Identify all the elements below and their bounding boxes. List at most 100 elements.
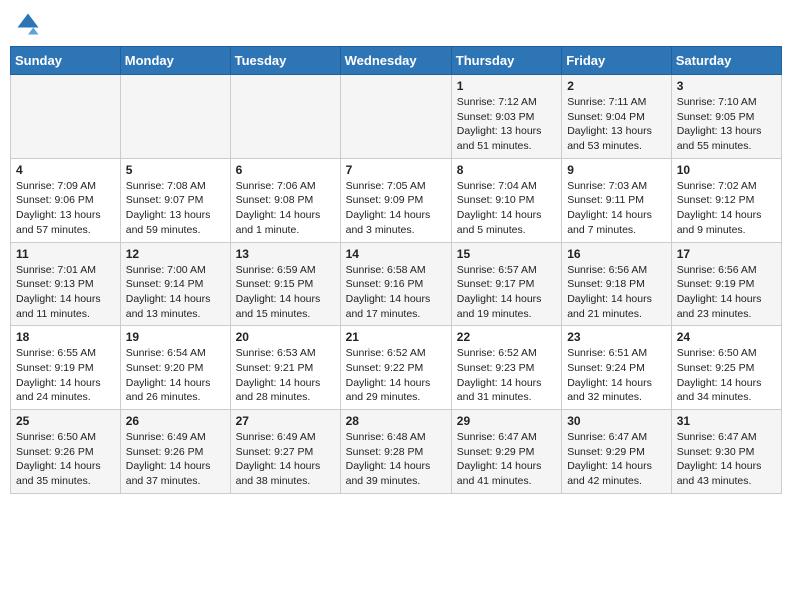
day-number: 3: [677, 79, 776, 93]
calendar-cell: 2Sunrise: 7:11 AM Sunset: 9:04 PM Daylig…: [562, 75, 672, 159]
day-info: Sunrise: 6:47 AM Sunset: 9:29 PM Dayligh…: [567, 430, 666, 489]
calendar-cell: 10 Sunrise: 7:02 AM Sunset: 9:12 PM Dayli…: [671, 158, 781, 242]
calendar-cell: 5 Sunrise: 7:08 AM Sunset: 9:07 PM Daylig…: [120, 158, 230, 242]
day-info: Sunrise: 6:49 AM Sunset: 9:27 PM Dayligh…: [236, 430, 335, 489]
day-info: Sunrise: 6:49 AM Sunset: 9:26 PM Dayligh…: [126, 430, 225, 489]
day-number: 21: [346, 330, 446, 344]
day-number: 7: [346, 163, 446, 177]
column-header-friday: Friday: [562, 47, 672, 75]
calendar-week-row: 11 Sunrise: 7:01 AM Sunset: 9:13 PM Dayli…: [11, 242, 782, 326]
day-info: Sunrise: 6:56 AM Sunset: 9:18 PM Dayligh…: [567, 263, 666, 322]
day-number: 28: [346, 414, 446, 428]
day-number: 23: [567, 330, 666, 344]
calendar-cell: 24 Sunrise: 6:50 AM Sunset: 9:25 PM Dayli…: [671, 326, 781, 410]
day-number: 29: [457, 414, 556, 428]
day-info: Sunrise: 7:03 AM Sunset: 9:11 PM Dayligh…: [567, 179, 666, 238]
logo-icon: [14, 10, 42, 38]
calendar-cell: 16 Sunrise: 6:56 AM Sunset: 9:18 PM Dayli…: [562, 242, 672, 326]
calendar-cell: 22 Sunrise: 6:52 AM Sunset: 9:23 PM Dayli…: [451, 326, 561, 410]
calendar-cell: 15 Sunrise: 6:57 AM Sunset: 9:17 PM Dayli…: [451, 242, 561, 326]
day-number: 6: [236, 163, 335, 177]
calendar-cell: 1 Sunrise: 7:12 AM Sunset: 9:03 PM Daylig…: [451, 75, 561, 159]
day-info: Sunrise: 6:48 AM Sunset: 9:28 PM Dayligh…: [346, 430, 446, 489]
day-number: 20: [236, 330, 335, 344]
day-number: 25: [16, 414, 115, 428]
calendar-cell: 14 Sunrise: 6:58 AM Sunset: 9:16 PM Dayli…: [340, 242, 451, 326]
day-number: 26: [126, 414, 225, 428]
day-info: Sunrise: 7:01 AM Sunset: 9:13 PM Dayligh…: [16, 263, 115, 322]
day-info: Sunrise: 7:02 AM Sunset: 9:12 PM Dayligh…: [677, 179, 776, 238]
day-number: 18: [16, 330, 115, 344]
calendar-header-row: SundayMondayTuesdayWednesdayThursdayFrid…: [11, 47, 782, 75]
day-info: Sunrise: 6:50 AM Sunset: 9:25 PM Dayligh…: [677, 346, 776, 405]
calendar-cell: 19 Sunrise: 6:54 AM Sunset: 9:20 PM Dayli…: [120, 326, 230, 410]
day-number: 30: [567, 414, 666, 428]
day-number: 24: [677, 330, 776, 344]
calendar-cell: [340, 75, 451, 159]
day-info: Sunrise: 7:10 AM Sunset: 9:05 PM Dayligh…: [677, 95, 776, 154]
day-info: Sunrise: 6:56 AM Sunset: 9:19 PM Dayligh…: [677, 263, 776, 322]
day-info: Sunrise: 6:54 AM Sunset: 9:20 PM Dayligh…: [126, 346, 225, 405]
logo: [14, 10, 46, 38]
day-number: 12: [126, 247, 225, 261]
calendar-cell: 6 Sunrise: 7:06 AM Sunset: 9:08 PM Daylig…: [230, 158, 340, 242]
day-info: Sunrise: 6:47 AM Sunset: 9:29 PM Dayligh…: [457, 430, 556, 489]
day-info: Sunrise: 6:58 AM Sunset: 9:16 PM Dayligh…: [346, 263, 446, 322]
calendar-week-row: 1 Sunrise: 7:12 AM Sunset: 9:03 PM Daylig…: [11, 75, 782, 159]
column-header-saturday: Saturday: [671, 47, 781, 75]
calendar-cell: 13Sunrise: 6:59 AM Sunset: 9:15 PM Dayli…: [230, 242, 340, 326]
calendar-cell: 17 Sunrise: 6:56 AM Sunset: 9:19 PM Dayli…: [671, 242, 781, 326]
calendar-cell: 23 Sunrise: 6:51 AM Sunset: 9:24 PM Dayli…: [562, 326, 672, 410]
day-info: Sunrise: 7:05 AM Sunset: 9:09 PM Dayligh…: [346, 179, 446, 238]
day-info: Sunrise: 6:53 AM Sunset: 9:21 PM Dayligh…: [236, 346, 335, 405]
day-number: 14: [346, 247, 446, 261]
calendar-cell: 7 Sunrise: 7:05 AM Sunset: 9:09 PM Daylig…: [340, 158, 451, 242]
day-number: 2: [567, 79, 666, 93]
day-number: 10: [677, 163, 776, 177]
calendar-cell: 4Sunrise: 7:09 AM Sunset: 9:06 PM Daylig…: [11, 158, 121, 242]
day-number: 11: [16, 247, 115, 261]
column-header-tuesday: Tuesday: [230, 47, 340, 75]
day-info: Sunrise: 6:52 AM Sunset: 9:22 PM Dayligh…: [346, 346, 446, 405]
day-number: 8: [457, 163, 556, 177]
day-info: Sunrise: 7:12 AM Sunset: 9:03 PM Dayligh…: [457, 95, 556, 154]
column-header-sunday: Sunday: [11, 47, 121, 75]
day-number: 27: [236, 414, 335, 428]
day-number: 17: [677, 247, 776, 261]
calendar-cell: 28 Sunrise: 6:48 AM Sunset: 9:28 PM Dayli…: [340, 410, 451, 494]
day-number: 15: [457, 247, 556, 261]
day-number: 19: [126, 330, 225, 344]
day-number: 4: [16, 163, 115, 177]
calendar-cell: 12 Sunrise: 7:00 AM Sunset: 9:14 PM Dayli…: [120, 242, 230, 326]
day-number: 16: [567, 247, 666, 261]
day-info: Sunrise: 6:50 AM Sunset: 9:26 PM Dayligh…: [16, 430, 115, 489]
calendar-cell: 20 Sunrise: 6:53 AM Sunset: 9:21 PM Dayli…: [230, 326, 340, 410]
calendar-cell: [11, 75, 121, 159]
day-info: Sunrise: 7:08 AM Sunset: 9:07 PM Dayligh…: [126, 179, 225, 238]
day-info: Sunrise: 6:51 AM Sunset: 9:24 PM Dayligh…: [567, 346, 666, 405]
calendar-cell: 30 Sunrise: 6:47 AM Sunset: 9:29 PM Dayli…: [562, 410, 672, 494]
day-number: 5: [126, 163, 225, 177]
day-info: Sunrise: 6:47 AM Sunset: 9:30 PM Dayligh…: [677, 430, 776, 489]
day-info: Sunrise: 6:57 AM Sunset: 9:17 PM Dayligh…: [457, 263, 556, 322]
calendar-week-row: 25 Sunrise: 6:50 AM Sunset: 9:26 PM Dayli…: [11, 410, 782, 494]
day-info: Sunrise: 6:55 AM Sunset: 9:19 PM Dayligh…: [16, 346, 115, 405]
calendar-cell: 3 Sunrise: 7:10 AM Sunset: 9:05 PM Daylig…: [671, 75, 781, 159]
day-number: 22: [457, 330, 556, 344]
day-number: 13: [236, 247, 335, 261]
calendar-cell: 31Sunrise: 6:47 AM Sunset: 9:30 PM Dayli…: [671, 410, 781, 494]
calendar-cell: [120, 75, 230, 159]
day-info: Sunrise: 7:00 AM Sunset: 9:14 PM Dayligh…: [126, 263, 225, 322]
calendar-week-row: 18 Sunrise: 6:55 AM Sunset: 9:19 PM Dayli…: [11, 326, 782, 410]
calendar-cell: 8Sunrise: 7:04 AM Sunset: 9:10 PM Daylig…: [451, 158, 561, 242]
day-info: Sunrise: 7:06 AM Sunset: 9:08 PM Dayligh…: [236, 179, 335, 238]
calendar-cell: 26 Sunrise: 6:49 AM Sunset: 9:26 PM Dayli…: [120, 410, 230, 494]
calendar-table: SundayMondayTuesdayWednesdayThursdayFrid…: [10, 46, 782, 494]
column-header-thursday: Thursday: [451, 47, 561, 75]
calendar-cell: 21 Sunrise: 6:52 AM Sunset: 9:22 PM Dayli…: [340, 326, 451, 410]
page-header: [10, 10, 782, 38]
day-number: 1: [457, 79, 556, 93]
calendar-week-row: 4Sunrise: 7:09 AM Sunset: 9:06 PM Daylig…: [11, 158, 782, 242]
day-info: Sunrise: 6:52 AM Sunset: 9:23 PM Dayligh…: [457, 346, 556, 405]
calendar-cell: 27 Sunrise: 6:49 AM Sunset: 9:27 PM Dayli…: [230, 410, 340, 494]
